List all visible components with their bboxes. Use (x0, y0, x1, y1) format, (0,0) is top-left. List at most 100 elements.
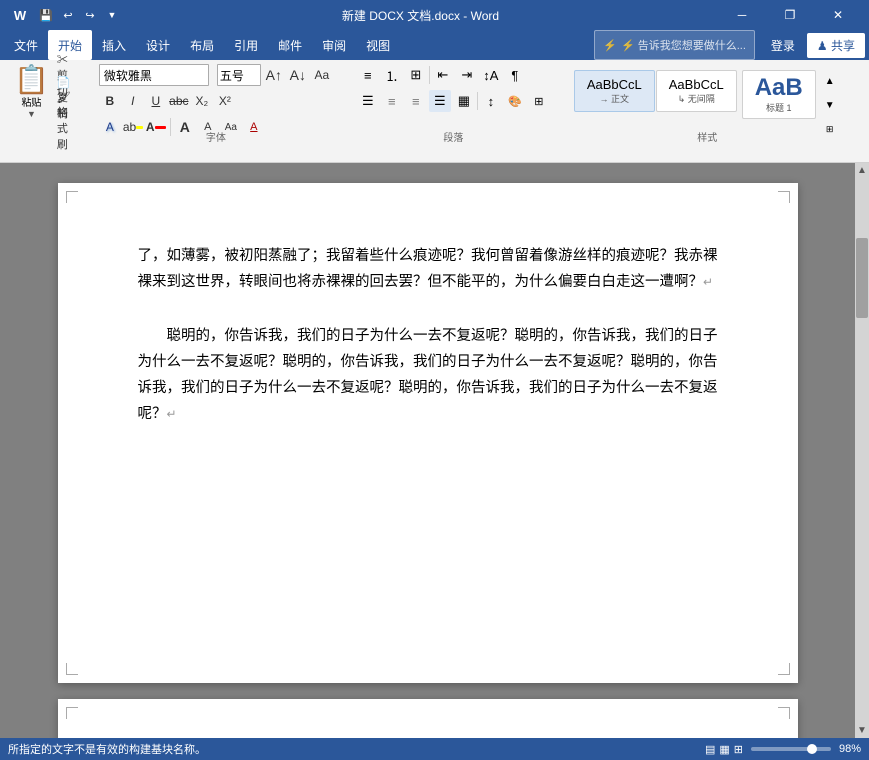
title-bar-left: W 💾 ↩ ↪ ▼ (8, 3, 122, 27)
bullets-button[interactable]: ≡ (357, 64, 379, 86)
decrease-indent-button[interactable]: ⇤ (432, 64, 454, 86)
web-view-btn[interactable]: ⊞ (734, 743, 743, 756)
style-no-space[interactable]: AaBbCcL ↳ 无间隔 (656, 70, 737, 112)
quick-access-more-btn[interactable]: ▼ (102, 5, 122, 25)
search-placeholder: ⚡ 告诉我您想要做什么... (621, 37, 746, 53)
menu-layout[interactable]: 布局 (180, 30, 224, 60)
search-icon: ⚡ (603, 39, 617, 52)
shrink-font-button[interactable]: A↓ (287, 64, 309, 86)
column-button[interactable]: ▦ (453, 90, 475, 112)
edit-group: 🔍 编辑 编辑 (857, 64, 869, 146)
menu-references[interactable]: 引用 (224, 30, 268, 60)
align-center-button[interactable]: ≡ (381, 90, 403, 112)
underline-button[interactable]: U (145, 90, 167, 112)
style-heading1-label: 标题 1 (755, 101, 803, 114)
restore-button[interactable]: ❐ (767, 0, 813, 30)
scroll-down-btn[interactable]: ▼ (855, 723, 869, 738)
search-box[interactable]: ⚡ ⚡ 告诉我您想要做什么... (594, 30, 755, 60)
corner-br-1 (778, 663, 790, 675)
styles-scroll-up[interactable]: ▲ (819, 70, 841, 92)
corner-tr-1 (778, 191, 790, 203)
format-painter-button[interactable]: 🖌 格式刷 (53, 110, 75, 132)
multilevel-button[interactable]: ⊞ (405, 64, 427, 86)
menu-file[interactable]: 文件 (4, 30, 48, 60)
style-normal[interactable]: AaBbCcL → 正文 (574, 70, 655, 112)
zoom-slider[interactable] (751, 747, 831, 751)
menu-review[interactable]: 审阅 (312, 30, 356, 60)
page-2: ↵ (58, 699, 798, 738)
justify-button[interactable]: ☰ (429, 90, 451, 112)
menu-right-actions: 登录 ♟ 共享 (763, 30, 865, 60)
status-bar: 所指定的文字不是有效的构建基块名称。 ▤ ▦ ⊞ 98% (0, 738, 869, 760)
font-size-input[interactable] (217, 64, 261, 86)
line-spacing-button[interactable]: ↕ (480, 90, 502, 112)
border-button[interactable]: ⊞ (528, 90, 550, 112)
para-sep1 (429, 66, 430, 84)
corner-bl-1 (66, 663, 78, 675)
style-no-space-label: ↳ 无间隔 (669, 92, 724, 105)
paste-button[interactable]: 📋 粘贴 ▼ (12, 64, 51, 121)
menu-bar: 文件 开始 插入 设计 布局 引用 邮件 审阅 视图 ⚡ ⚡ 告诉我您想要做什么… (0, 30, 869, 60)
save-quick-btn[interactable]: 💾 (36, 5, 56, 25)
style-heading1-preview: AaB (755, 75, 803, 101)
style-normal-preview: AaBbCcL (587, 77, 642, 92)
styles-group: AaBbCcL → 正文 AaBbCcL ↳ 无间隔 AaB 标题 1 (566, 64, 849, 146)
document-scroll[interactable]: 了，如薄雾，被初阳蒸融了；我留着些什么痕迹呢？我何曾留着像游丝样的痕迹呢？我赤裸… (0, 163, 855, 738)
vertical-scrollbar[interactable]: ▲ ▼ (855, 163, 869, 738)
menu-design[interactable]: 设计 (136, 30, 180, 60)
show-formatting-button[interactable]: ¶ (504, 64, 526, 86)
font-group-label: 字体 (91, 129, 341, 144)
paste-icon: 📋 (14, 66, 49, 94)
style-normal-label: → 正文 (587, 92, 642, 105)
strikethrough-button[interactable]: abc (168, 90, 190, 112)
find-button[interactable]: 🔍 编辑 (865, 68, 869, 112)
style-no-space-preview: AaBbCcL (669, 77, 724, 92)
share-button[interactable]: ♟ 共享 (807, 33, 865, 58)
page-1: 了，如薄雾，被初阳蒸融了；我留着些什么痕迹呢？我何曾留着像游丝样的痕迹呢？我赤裸… (58, 183, 798, 683)
close-button[interactable]: ✕ (815, 0, 861, 30)
paragraph-1[interactable]: 了，如薄雾，被初阳蒸融了；我留着些什么痕迹呢？我何曾留着像游丝样的痕迹呢？我赤裸… (138, 243, 718, 295)
zoom-level[interactable]: 98% (839, 743, 861, 755)
zoom-thumb (807, 744, 817, 754)
paste-dropdown-icon[interactable]: ▼ (27, 109, 36, 119)
para-break-1 (138, 307, 718, 323)
login-button[interactable]: 登录 (763, 37, 803, 54)
word-logo-icon: W (8, 3, 32, 27)
undo-quick-btn[interactable]: ↩ (58, 5, 78, 25)
align-right-button[interactable]: ≡ (405, 90, 427, 112)
increase-indent-button[interactable]: ⇥ (456, 64, 478, 86)
grow-font-button[interactable]: A↑ (263, 64, 285, 86)
italic-button[interactable]: I (122, 90, 144, 112)
numbering-button[interactable]: ⒈ (381, 64, 403, 86)
document-title: 新建 DOCX 文档.docx - Word (122, 7, 719, 24)
font-name-input[interactable] (99, 64, 209, 86)
clipboard-sub-buttons: ✂ 剪切 📄 复制 🖌 格式刷 (53, 64, 75, 132)
edit-group-label: 编辑 (857, 129, 869, 144)
paragraph-2[interactable]: 聪明的，你告诉我，我们的日子为什么一去不复返呢？聪明的，你告诉我，我们的日子为什… (138, 323, 718, 427)
font-row1: A↑ A↓ Aa (99, 64, 333, 86)
menu-mailings[interactable]: 邮件 (268, 30, 312, 60)
styles-scroll-down[interactable]: ▼ (819, 94, 841, 116)
font-row2: B I U abc X₂ X² (99, 90, 333, 112)
redo-quick-btn[interactable]: ↪ (80, 5, 100, 25)
sort-button[interactable]: ↕A (480, 64, 502, 86)
status-right: ▤ ▦ ⊞ 98% (705, 743, 861, 756)
subscript-button[interactable]: X₂ (191, 90, 213, 112)
align-left-button[interactable]: ☰ (357, 90, 379, 112)
read-view-btn[interactable]: ▤ (705, 743, 715, 756)
shading-button[interactable]: 🎨 (504, 90, 526, 112)
corner-tr-2 (778, 707, 790, 719)
paragraph-group-label: 段落 (349, 129, 558, 144)
style-heading1[interactable]: AaB 标题 1 (742, 70, 816, 119)
para-row1: ≡ ⒈ ⊞ ⇤ ⇥ ↕A ¶ (357, 64, 550, 86)
menu-insert[interactable]: 插入 (92, 30, 136, 60)
corner-tl-1 (66, 191, 78, 203)
clear-format-button[interactable]: Aa (311, 64, 333, 86)
scroll-up-btn[interactable]: ▲ (855, 163, 869, 178)
superscript-button[interactable]: X² (214, 90, 236, 112)
print-view-btn[interactable]: ▦ (719, 743, 729, 756)
scrollbar-thumb[interactable] (856, 238, 868, 318)
bold-button[interactable]: B (99, 90, 121, 112)
minimize-button[interactable]: ─ (719, 0, 765, 30)
menu-view[interactable]: 视图 (356, 30, 400, 60)
